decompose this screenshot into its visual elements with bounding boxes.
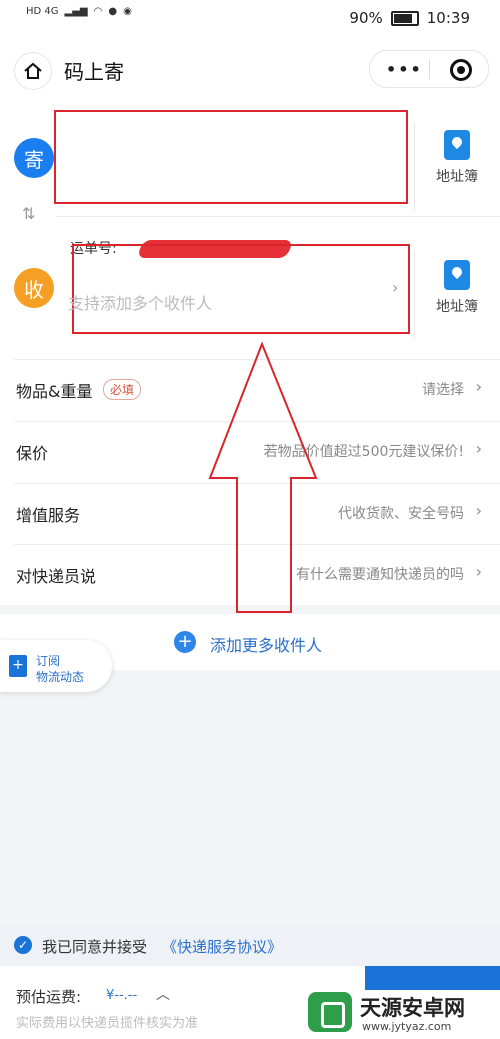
watermark-url: www.jytyaz.com: [362, 1020, 452, 1033]
sender-icon: 寄: [14, 138, 54, 178]
sender-address-field[interactable]: [54, 110, 408, 204]
receiver-address-book-button[interactable]: 地址簿: [417, 260, 497, 316]
battery-icon: [390, 10, 419, 26]
more-button[interactable]: •••: [386, 60, 423, 79]
goods-weight-value: 请选择: [422, 382, 464, 398]
battery-percent: 90%: [349, 9, 383, 27]
estimated-fee-label: 预估运费:: [16, 988, 82, 1006]
sender-address-book-button[interactable]: 地址簿: [417, 130, 497, 186]
subscribe-icon: +: [9, 655, 27, 677]
value-added-value: 代收货款、安全号码: [338, 506, 464, 522]
status-left-icons: HD 4G ▂▄▆ ◠ ● ◉: [26, 6, 132, 17]
chevron-right-icon: ›: [475, 439, 482, 458]
checkbox-checked-icon[interactable]: ✓: [14, 936, 32, 954]
value-added-label: 增值服务: [16, 506, 81, 525]
address-card: 寄 地址簿 ⇅ 收 运单号: 支持添加多个收件人 › 地址簿 物品&重量 必填 …: [0, 100, 500, 605]
required-badge: 必填: [103, 379, 142, 400]
chevron-right-icon: ›: [475, 562, 482, 581]
address-divider: [56, 216, 500, 217]
goods-weight-row[interactable]: 物品&重量 必填 请选择 ›: [0, 360, 500, 421]
battery-fill: [393, 13, 412, 23]
plus-icon: +: [174, 631, 196, 653]
sender-divider: [414, 122, 415, 212]
home-icon: [24, 62, 42, 79]
miniprogram-capsule: •••: [369, 50, 489, 88]
address-book-icon: [444, 260, 470, 290]
value-added-row[interactable]: 增值服务 代收货款、安全号码 ›: [0, 484, 500, 545]
chevron-right-icon: ›: [475, 501, 482, 520]
swap-icon[interactable]: ⇅: [22, 204, 35, 223]
status-right: 90% 10:39: [349, 9, 470, 27]
subscribe-line2: 物流动态: [36, 670, 85, 684]
clock: 10:39: [426, 9, 470, 27]
chevron-right-icon: ›: [475, 377, 482, 396]
home-button[interactable]: [14, 52, 52, 90]
chevron-up-icon[interactable]: ︿: [156, 984, 170, 1004]
wifi-icon: ◠: [93, 6, 103, 17]
network-label: HD 4G: [26, 6, 59, 17]
receiver-icon: 收: [14, 268, 54, 308]
chevron-right-icon: ›: [392, 278, 399, 297]
receiver-divider: [414, 250, 415, 340]
add-more-receivers-label: 添加更多收件人: [210, 636, 323, 655]
receiver-address-book-label: 地址簿: [436, 299, 478, 315]
page-title: 码上寄: [64, 60, 124, 84]
receiver-address-field[interactable]: [72, 244, 410, 334]
watermark-title: 天源安卓网: [360, 996, 465, 1020]
sender-address-book-label: 地址簿: [436, 169, 478, 185]
courier-note-label: 对快递员说: [16, 567, 97, 586]
watermark: 天源安卓网 www.jytyaz.com: [300, 988, 500, 1038]
estimated-fee-value: ¥--.--: [106, 988, 138, 1003]
fee-note: 实际费用以快递员揽件核实为准: [16, 1016, 199, 1031]
goods-weight-label: 物品&重量: [16, 382, 93, 401]
notification-icon: ●: [108, 6, 118, 17]
close-miniprogram-button[interactable]: [450, 59, 472, 81]
submit-button[interactable]: [365, 966, 500, 990]
insurance-value: 若物品价值超过500元建议保价!: [263, 444, 464, 460]
insurance-row[interactable]: 保价 若物品价值超过500元建议保价! ›: [0, 422, 500, 483]
subscribe-line1: 订阅: [36, 654, 61, 668]
signal-icon: ▂▄▆: [64, 6, 88, 17]
watermark-logo-icon: [308, 992, 352, 1032]
receiver-placeholder: 支持添加多个收件人: [68, 294, 213, 313]
agreement-link[interactable]: 《快递服务协议》: [162, 936, 282, 957]
courier-note-row[interactable]: 对快递员说 有什么需要通知快递员的吗 ›: [0, 545, 500, 606]
status-bar: HD 4G ▂▄▆ ◠ ● ◉ 90% 10:39: [0, 0, 500, 38]
chat-icon: ◉: [123, 6, 132, 17]
navigation-bar: 码上寄 •••: [0, 38, 500, 100]
agreement-bar: ✓ 我已同意并接受 《快递服务协议》: [0, 926, 500, 966]
agreement-text: 我已同意并接受: [42, 938, 148, 956]
address-book-icon: [444, 130, 470, 160]
courier-note-value: 有什么需要通知快递员的吗: [296, 567, 464, 583]
capsule-divider: [429, 59, 430, 79]
insurance-label: 保价: [16, 444, 49, 463]
subscribe-tracking-button[interactable]: + 订阅 物流动态: [0, 640, 112, 692]
